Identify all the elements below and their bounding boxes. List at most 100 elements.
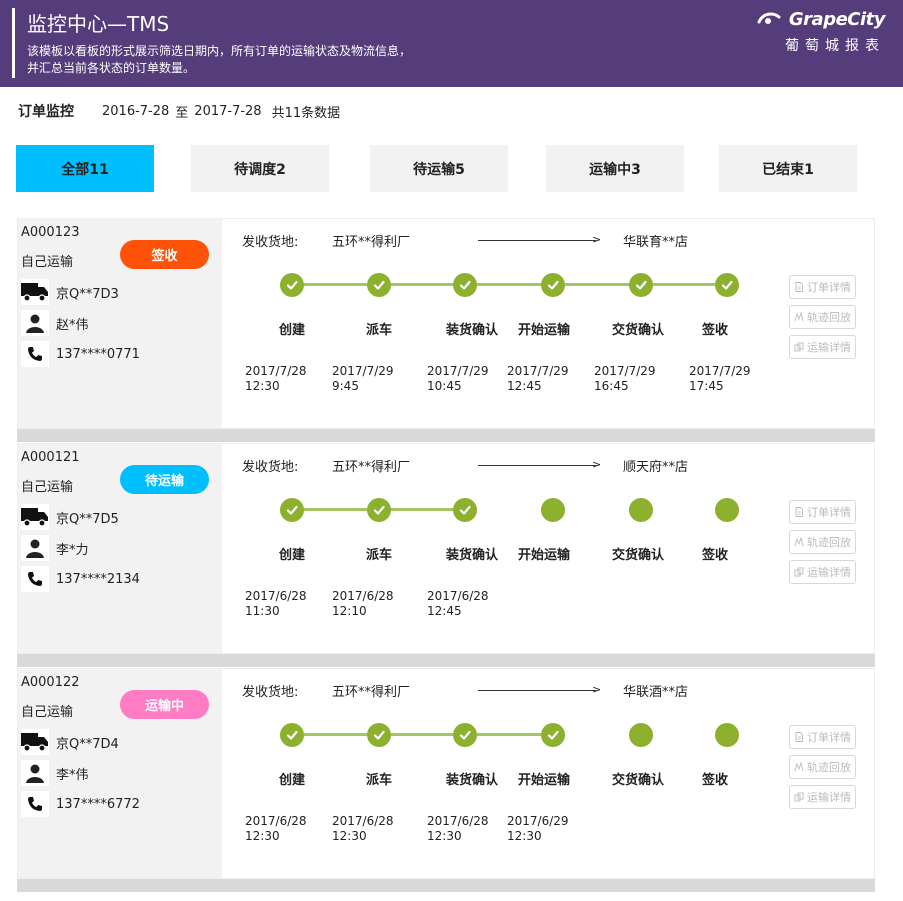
step-label: 签收 — [701, 548, 728, 563]
user-icon — [21, 760, 49, 786]
action-label: 轨迹回放 — [807, 536, 851, 549]
step-pending-node — [715, 498, 739, 522]
tab-pending-transport[interactable]: 待运输5 — [370, 145, 508, 192]
order-info-panel: A000122 自己运输 运输中 京Q**7D4 李*伟 137****6772 — [18, 669, 222, 878]
action-label: 运输详情 — [807, 341, 851, 354]
order-divider — [17, 654, 875, 667]
order-id: A000123 — [21, 225, 80, 240]
order-divider — [17, 879, 875, 892]
step-label: 开始运输 — [517, 773, 570, 788]
start-date: 2016-7-28 — [102, 103, 170, 119]
summary-bar: 订单监控 2016-7-28 至 2017-7-28 共11条数据 — [18, 101, 340, 121]
route-arrow-line — [478, 240, 596, 241]
tab-in-transit[interactable]: 运输中3 — [546, 145, 684, 192]
summary-label: 订单监控 — [18, 104, 74, 120]
step-time: 2017/6/28 12:30 — [427, 814, 489, 843]
step-label: 签收 — [701, 323, 728, 338]
driver-name: 赵*伟 — [56, 317, 89, 333]
step-done-node — [280, 273, 304, 297]
phone-row: 137****0771 — [21, 341, 140, 367]
step-done-node — [453, 273, 477, 297]
step-label: 创建 — [278, 773, 305, 788]
truck-icon — [21, 504, 49, 530]
step-time: 2017/7/29 17:45 — [689, 364, 751, 393]
header-accent-bar — [12, 8, 15, 78]
step-pending-node — [629, 723, 653, 747]
brand-chinese: 葡萄城报表 — [785, 38, 885, 54]
route-arrow-icon: > — [592, 683, 602, 696]
check-icon — [372, 278, 386, 292]
step-done-node — [280, 498, 304, 522]
progress-line — [304, 283, 367, 286]
step-label: 派车 — [365, 548, 392, 563]
progress-line — [565, 283, 629, 286]
progress-line — [391, 508, 453, 511]
step-label: 派车 — [365, 323, 392, 338]
route-destination: 顺天府**店 — [623, 460, 689, 475]
route-destination: 华联酒**店 — [623, 685, 689, 700]
order-detail-button[interactable]: 订单详情 — [789, 500, 856, 524]
order-detail-button[interactable]: 订单详情 — [789, 725, 856, 749]
status-badge: 运输中 — [120, 690, 209, 719]
check-icon — [634, 278, 648, 292]
transport-detail-button[interactable]: 运输详情 — [789, 560, 856, 584]
step-done-node — [367, 273, 391, 297]
route-label: 发收货地: — [242, 460, 299, 475]
step-time: 2017/7/29 9:45 — [332, 364, 394, 393]
step-label: 装货确认 — [445, 323, 498, 338]
phone-row: 137****2134 — [21, 566, 140, 592]
document-icon — [794, 507, 804, 517]
check-icon — [285, 278, 299, 292]
order-detail-button[interactable]: 订单详情 — [789, 275, 856, 299]
transport-detail-button[interactable]: 运输详情 — [789, 785, 856, 809]
action-label: 订单详情 — [807, 281, 851, 294]
page-title: 监控中心—TMS — [27, 12, 170, 36]
document-icon — [794, 282, 804, 292]
check-icon — [458, 503, 472, 517]
record-count: 共11条数据 — [271, 105, 341, 121]
driver-row: 李*伟 — [21, 760, 89, 786]
action-label: 运输详情 — [807, 566, 851, 579]
user-icon — [21, 535, 49, 561]
step-time: 2017/7/29 16:45 — [594, 364, 656, 393]
driver-phone: 137****6772 — [56, 796, 140, 812]
track-icon — [794, 762, 804, 772]
status-badge: 待运输 — [120, 465, 209, 494]
action-label: 轨迹回放 — [807, 761, 851, 774]
route: 发收货地: 五环**得利厂 > 顺天府**店 — [242, 456, 688, 475]
tab-all[interactable]: 全部11 — [16, 145, 154, 192]
step-label: 开始运输 — [517, 548, 570, 563]
track-replay-button[interactable]: 轨迹回放 — [789, 530, 856, 554]
track-replay-button[interactable]: 轨迹回放 — [789, 755, 856, 779]
step-time: 2017/7/29 10:45 — [427, 364, 489, 393]
track-replay-button[interactable]: 轨迹回放 — [789, 305, 856, 329]
action-label: 运输详情 — [807, 791, 851, 804]
step-done-node — [541, 273, 565, 297]
copy-icon — [794, 567, 804, 577]
action-label: 轨迹回放 — [807, 311, 851, 324]
copy-icon — [794, 792, 804, 802]
track-icon — [794, 537, 804, 547]
step-done-node — [715, 273, 739, 297]
date-separator: 至 — [175, 105, 189, 121]
copy-icon — [794, 342, 804, 352]
step-label: 签收 — [701, 773, 728, 788]
order-card: A000122 自己运输 运输中 京Q**7D4 李*伟 137****6772 发收货地:… — [17, 668, 875, 879]
step-done-node — [280, 723, 304, 747]
tab-pending-dispatch[interactable]: 待调度2 — [191, 145, 329, 192]
transport-detail-button[interactable]: 运输详情 — [789, 335, 856, 359]
progress-line — [304, 508, 367, 511]
progress-line — [304, 733, 367, 736]
step-label: 装货确认 — [445, 548, 498, 563]
step-done-node — [629, 273, 653, 297]
vehicle-plate: 京Q**7D3 — [56, 286, 119, 302]
status-badge: 签收 — [120, 240, 209, 269]
vehicle-row: 京Q**7D3 — [21, 279, 119, 305]
order-divider — [17, 429, 875, 442]
step-pending-node — [629, 498, 653, 522]
vehicle-plate: 京Q**7D4 — [56, 736, 119, 752]
driver-phone: 137****0771 — [56, 346, 140, 362]
step-time: 2017/6/28 12:30 — [245, 814, 307, 843]
phone-icon — [21, 566, 49, 592]
tab-finished[interactable]: 已结束1 — [719, 145, 857, 192]
